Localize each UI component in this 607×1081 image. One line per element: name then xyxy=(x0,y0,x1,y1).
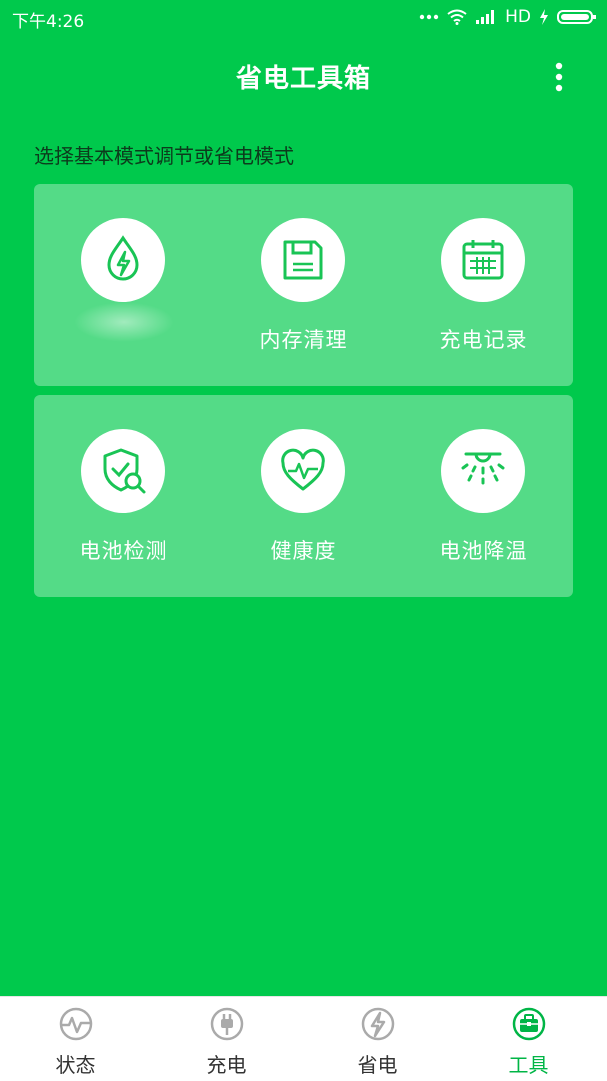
tool-icon-circle xyxy=(441,429,525,513)
nav-power-save[interactable]: 省电 xyxy=(302,997,453,1081)
nav-status[interactable]: 状态 xyxy=(0,997,151,1081)
bolt-icon xyxy=(361,1007,395,1041)
tool-charge-record[interactable]: 充电记录 xyxy=(394,184,573,386)
floppy-disk-icon xyxy=(283,240,323,280)
tool-health[interactable]: 健康度 xyxy=(214,395,393,597)
wifi-icon xyxy=(447,9,467,25)
tool-label: 电池降温 xyxy=(439,539,528,563)
nav-tools[interactable]: 工具 xyxy=(453,997,604,1081)
leaf-bolt-icon xyxy=(107,235,139,281)
tool-battery-check[interactable]: 电池检测 xyxy=(34,395,213,597)
mode-instruction: 选择基本模式调节或省电模式 xyxy=(34,144,294,168)
network-type: HD xyxy=(505,7,531,27)
more-dots-icon xyxy=(419,14,439,20)
sprinkler-icon xyxy=(461,452,505,485)
tool-power-saving[interactable] xyxy=(34,184,213,386)
app-bar: 省电工具箱 xyxy=(0,40,607,112)
more-vertical-icon[interactable] xyxy=(551,62,567,94)
page-title: 省电工具箱 xyxy=(235,64,371,94)
charging-bolt-icon xyxy=(540,9,548,25)
status-bar: 下午4:26 HD xyxy=(0,0,607,36)
nav-label: 充电 xyxy=(206,1053,247,1077)
tool-icon-circle xyxy=(261,218,345,302)
tool-label: 电池检测 xyxy=(79,539,168,563)
label-glow xyxy=(74,302,174,342)
tools-card-2: 电池检测 健康度 电池降温 xyxy=(34,395,573,597)
nav-label: 工具 xyxy=(508,1053,549,1077)
tool-icon-circle xyxy=(81,218,165,302)
tool-icon-circle xyxy=(261,429,345,513)
pulse-icon xyxy=(59,1007,93,1041)
heart-pulse-icon xyxy=(281,448,325,491)
tool-icon-circle xyxy=(81,429,165,513)
tool-battery-cooling[interactable]: 电池降温 xyxy=(394,395,573,597)
nav-label: 省电 xyxy=(357,1053,398,1077)
tool-icon-circle xyxy=(441,218,525,302)
plug-icon xyxy=(210,1007,244,1041)
toolbox-icon xyxy=(512,1007,546,1041)
bottom-nav: 状态 充电 省电 工具 xyxy=(0,996,607,1081)
status-icons: HD xyxy=(419,7,597,27)
tool-label: 充电记录 xyxy=(439,328,528,352)
tool-label: 内存清理 xyxy=(259,328,348,352)
nav-charge[interactable]: 充电 xyxy=(151,997,302,1081)
tool-memory-clean[interactable]: 内存清理 xyxy=(214,184,393,386)
status-time: 下午4:26 xyxy=(12,12,85,32)
battery-icon xyxy=(557,10,596,24)
nav-label: 状态 xyxy=(55,1053,96,1077)
tool-label: 健康度 xyxy=(270,539,337,563)
calendar-icon xyxy=(462,240,504,280)
signal-icon xyxy=(476,10,495,24)
shield-search-icon xyxy=(103,448,146,494)
tools-card-1: 内存清理 充电记录 xyxy=(34,184,573,386)
